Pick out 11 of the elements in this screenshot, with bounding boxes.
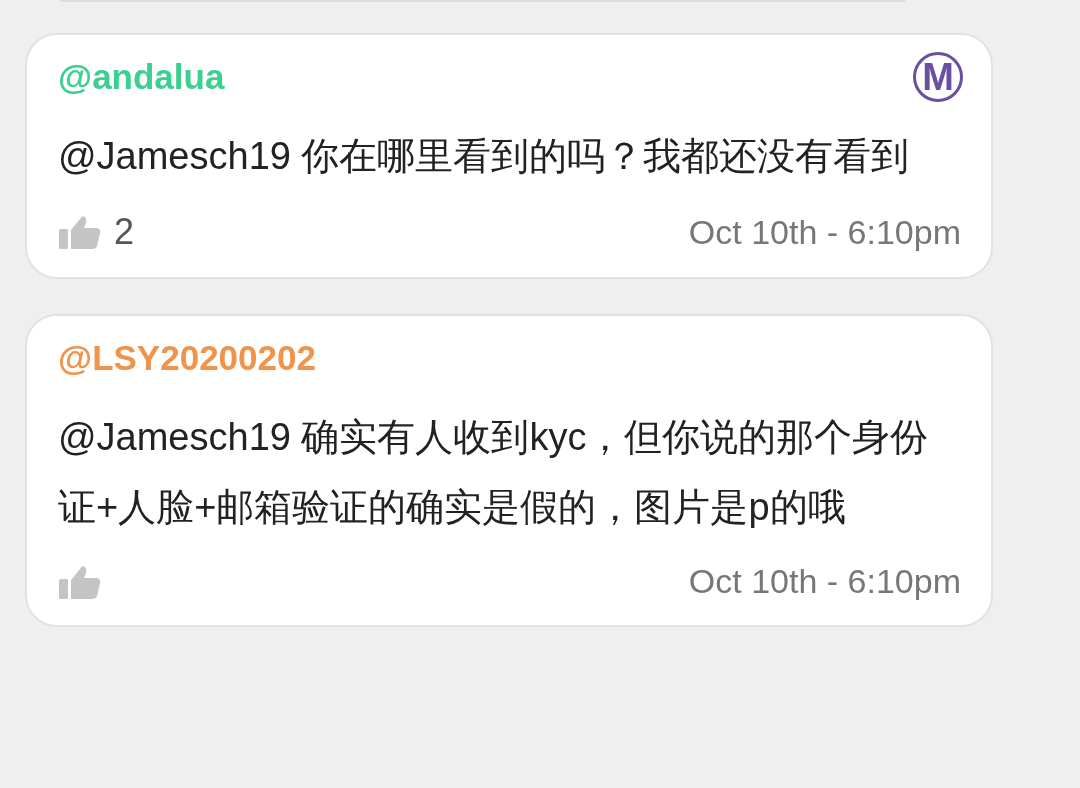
timestamp: Oct 10th - 6:10pm [688,562,961,601]
comment-text: @Jamesch19 确实有人收到kyc，但你说的那个身份证+人脸+邮箱验证的确实是假的，图片是p的哦 [58,415,930,530]
username[interactable]: @LSY20200202 [58,338,316,378]
thumbs-up-icon [58,563,102,600]
moderator-badge: M [913,52,963,102]
thumbs-up-icon [58,214,102,250]
like-button[interactable]: 2 [58,211,135,253]
like-button[interactable] [58,563,102,600]
timestamp: Oct 10th - 6:10pm [688,212,961,252]
comment-text: @Jamesch19 你在哪里看到的吗？我都还没有看到 [58,134,911,179]
username[interactable]: @andalua [58,57,225,97]
